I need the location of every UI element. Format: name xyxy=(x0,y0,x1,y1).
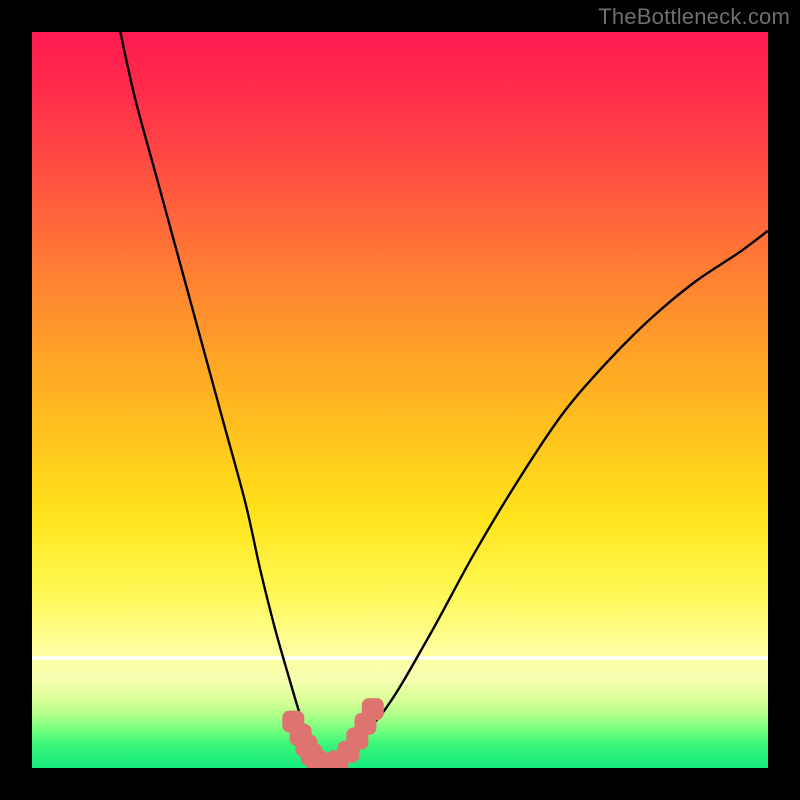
chart-stage: TheBottleneck.com xyxy=(0,0,800,800)
watermark-text: TheBottleneck.com xyxy=(598,4,790,30)
plot-area xyxy=(32,32,768,768)
curve-layer xyxy=(32,32,768,768)
marker xyxy=(362,698,384,720)
bottleneck-curve xyxy=(120,32,768,768)
